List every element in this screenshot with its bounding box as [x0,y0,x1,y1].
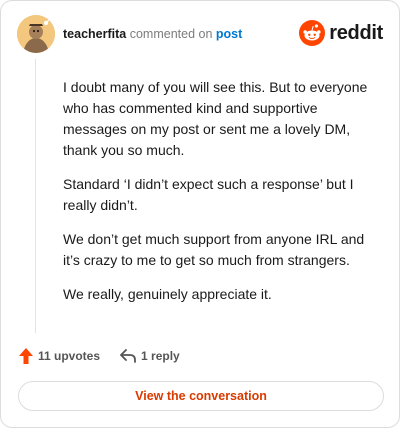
comment-paragraph-4: We really, genuinely appreciate it. [63,286,272,302]
reddit-logo-icon [299,20,326,46]
user-avatar[interactable] [17,15,55,53]
upvote-button[interactable]: 11 upvotes [19,348,100,364]
brand-wordmark: reddit [329,21,383,44]
upvote-arrow-icon [19,348,33,364]
comment-paragraph-2: Standard ‘I didn’t expect such a respons… [63,176,354,213]
username-link[interactable]: teacherfita [63,27,126,41]
view-conversation-button[interactable]: View the conversation [18,381,384,411]
comment-header: teacherfita commented on post reddit [17,15,383,55]
reply-button[interactable]: 1 reply [120,349,180,363]
comment-paragraph-3: We don’t get much support from anyone IR… [63,231,365,268]
comment-paragraph-1: I doubt many of you will see this. But t… [63,79,368,158]
reply-count: 1 reply [141,349,180,363]
thread-line [35,59,36,333]
reddit-logo[interactable]: reddit [299,19,383,47]
comment-actions: 11 upvotes 1 reply [19,346,180,366]
reply-arrow-icon [120,349,136,363]
comment-body: I doubt many of you will see this. But t… [63,77,381,318]
comment-meta: teacherfita commented on post [63,27,242,41]
action-text: commented on [129,27,213,41]
upvote-count: 11 upvotes [38,349,101,363]
comment-card: teacherfita commented on post reddit I d… [0,0,400,428]
post-link[interactable]: post [216,27,242,41]
